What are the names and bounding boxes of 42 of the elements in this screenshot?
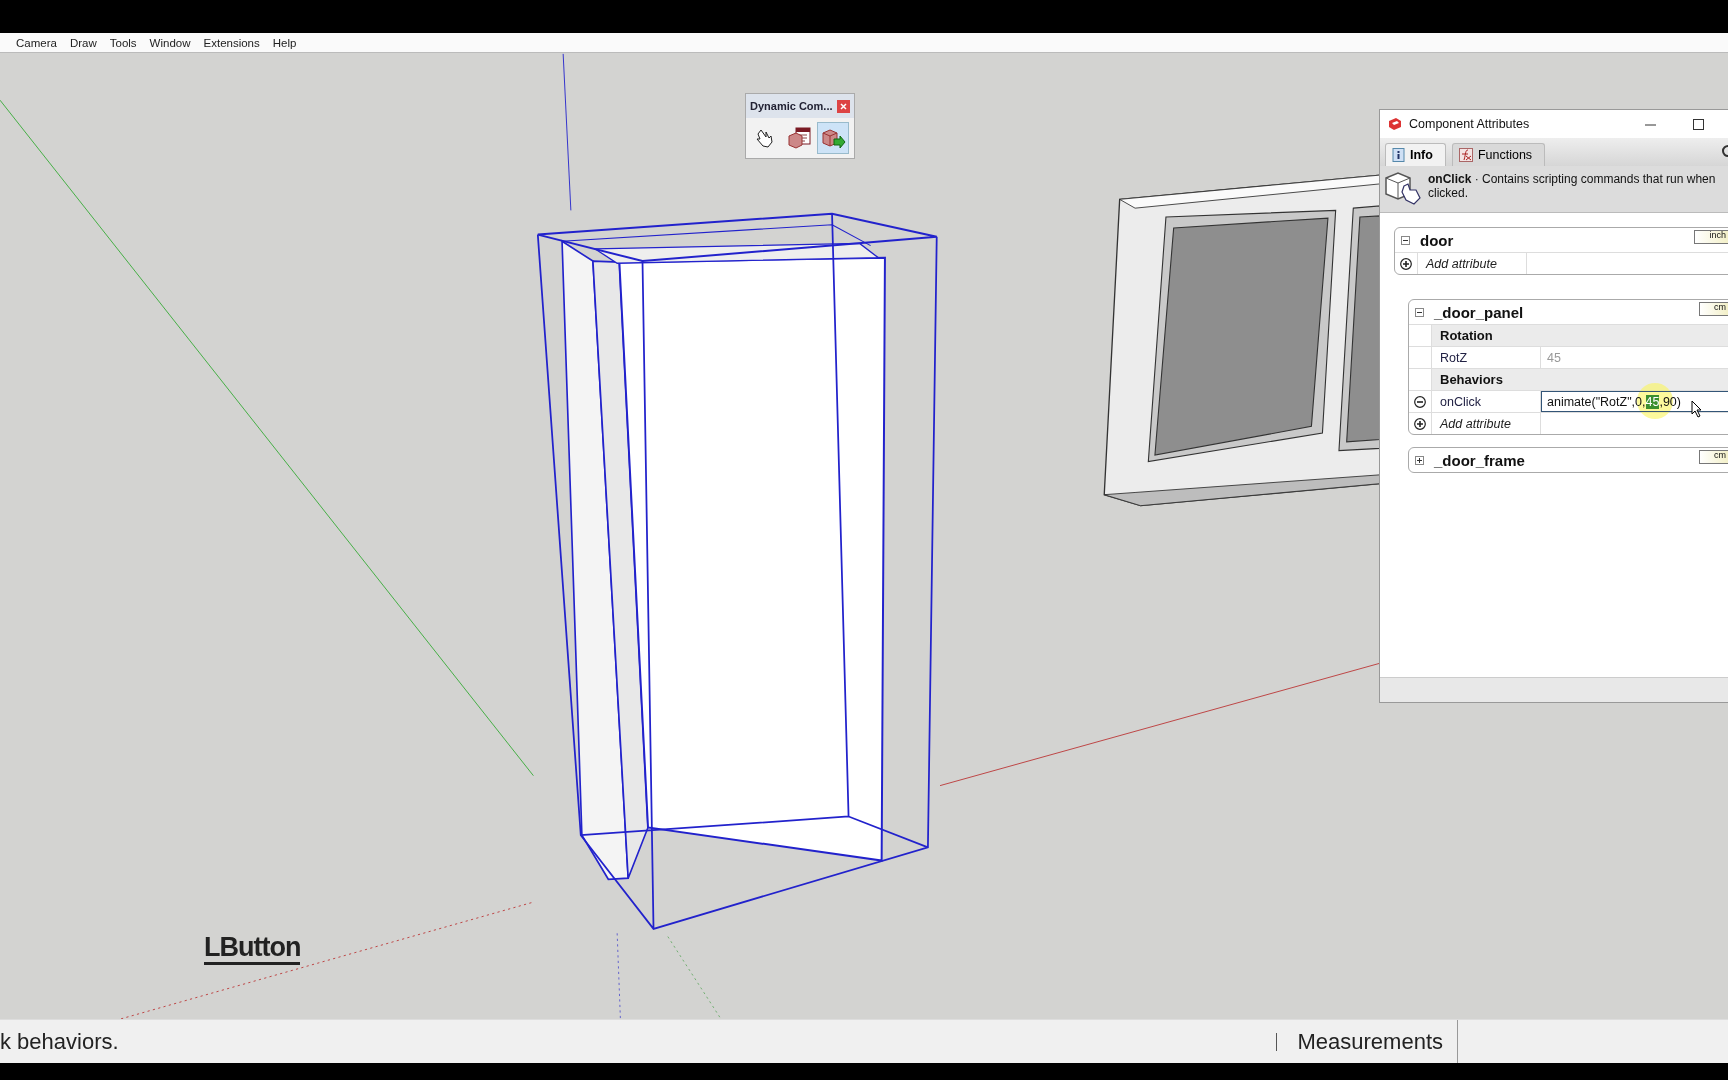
menu-item[interactable]: Extensions <box>203 36 260 49</box>
window-title: Component Attributes <box>1409 117 1531 131</box>
tab[interactable]: Functions <box>1451 143 1546 166</box>
remove-icon[interactable] <box>1414 395 1426 408</box>
menu-item[interactable]: Tools <box>109 36 137 49</box>
mouse-button-label: LButton <box>204 932 301 965</box>
attribute-name: RotZ <box>1431 347 1540 368</box>
toolbar-button[interactable] <box>817 122 849 154</box>
unit-badge[interactable]: cm <box>1699 302 1728 316</box>
info-icon <box>1392 148 1405 162</box>
attribute-name: onClick <box>1431 391 1540 412</box>
add-icon[interactable] <box>1400 257 1412 270</box>
function-icon <box>1458 148 1473 162</box>
add-icon[interactable] <box>1414 417 1426 430</box>
unit-badge[interactable]: inch <box>1694 230 1728 244</box>
component-name: _door_panel <box>1434 303 1525 321</box>
measurements-label: Measurements <box>1297 1020 1458 1063</box>
info-description: onClick · Contains scripting commands that run when clicked. <box>1428 172 1717 200</box>
maximize-icon[interactable] <box>1693 118 1704 130</box>
collapse-icon[interactable] <box>1415 307 1424 317</box>
mouse-cursor-icon <box>1691 400 1703 418</box>
add-attribute-link[interactable]: Add attribute <box>1431 413 1540 434</box>
section-heading: Behaviors <box>1431 369 1728 390</box>
menu-item[interactable]: Help <box>272 36 297 49</box>
options-icon <box>786 126 812 150</box>
component-name: door <box>1420 231 1455 249</box>
app-logo-icon <box>1388 117 1402 131</box>
unit-badge[interactable]: cm <box>1699 450 1728 464</box>
menu-item[interactable]: Window <box>149 36 191 49</box>
attribute-value: 45 <box>1547 350 1561 365</box>
close-icon[interactable] <box>837 99 850 113</box>
status-hint: k behaviors. <box>0 1028 120 1055</box>
collapse-icon[interactable] <box>1401 235 1410 245</box>
menu-item[interactable]: Camera <box>16 36 57 49</box>
component-name: _door_frame <box>1434 451 1526 469</box>
expand-icon[interactable] <box>1415 455 1424 465</box>
menu-item[interactable]: Draw <box>69 36 97 49</box>
tab[interactable]: Info <box>1385 143 1446 166</box>
attributes-icon <box>820 126 846 150</box>
add-attribute-link[interactable]: Add attribute <box>1417 253 1526 274</box>
section-heading: Rotation <box>1431 325 1728 346</box>
toolbar-title: Dynamic Com... <box>750 100 833 112</box>
